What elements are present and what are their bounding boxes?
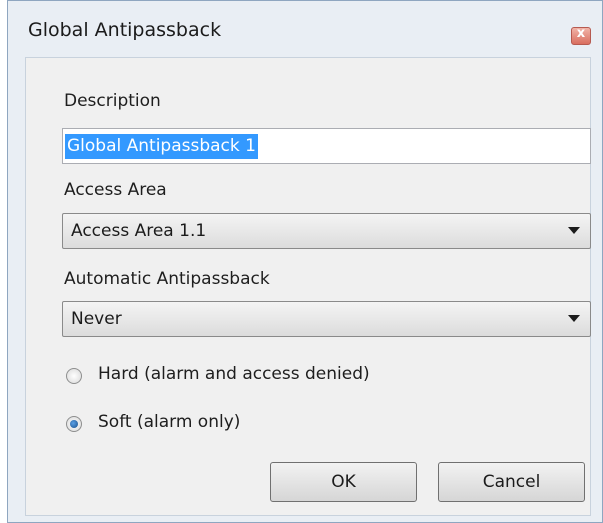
access-area-value: Access Area 1.1 [71, 221, 207, 241]
dialog-content: Description Global Antipassback 1 Access… [25, 57, 591, 516]
radio-hard-label[interactable]: Hard (alarm and access denied) [98, 364, 370, 384]
access-area-dropdown[interactable]: Access Area 1.1 [62, 213, 591, 249]
radio-soft-label[interactable]: Soft (alarm only) [98, 412, 240, 432]
ok-button[interactable]: OK [270, 462, 417, 502]
automatic-antipassback-label: Automatic Antipassback [64, 269, 270, 289]
chevron-down-icon [568, 315, 580, 322]
description-label: Description [64, 91, 161, 111]
radio-selected-dot [70, 420, 78, 428]
cancel-button[interactable]: Cancel [438, 462, 585, 502]
radio-hard[interactable] [66, 368, 82, 384]
description-input[interactable]: Global Antipassback 1 [62, 128, 591, 164]
automatic-antipassback-dropdown[interactable]: Never [62, 301, 591, 337]
radio-soft[interactable] [66, 416, 82, 432]
access-area-label: Access Area [64, 180, 167, 200]
automatic-antipassback-value: Never [71, 309, 122, 329]
chevron-down-icon [568, 227, 580, 234]
description-value: Global Antipassback 1 [65, 134, 258, 159]
close-icon: x [576, 26, 586, 41]
close-button[interactable]: x [571, 26, 591, 45]
global-antipassback-dialog: Global Antipassback x Description Global… [7, 0, 603, 523]
dialog-title: Global Antipassback [28, 19, 222, 41]
title-bar[interactable]: Global Antipassback x [8, 1, 602, 57]
